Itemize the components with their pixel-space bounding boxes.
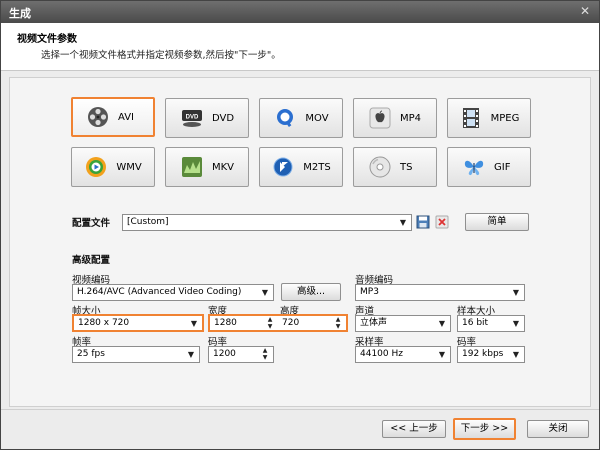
frame-rate-value: 25 fps	[77, 349, 105, 359]
format-button-mov[interactable]: MOV	[259, 98, 343, 138]
title-bar: 生成 ✕	[1, 1, 599, 23]
profile-label: 配置文件	[72, 218, 111, 229]
mkv-icon	[180, 155, 204, 179]
sample-rate-select[interactable]: 44100 Hz ▼	[355, 346, 451, 363]
bluray-icon	[271, 155, 295, 179]
format-button-m2ts[interactable]: M2TS	[259, 147, 343, 187]
chevron-down-icon: ▼	[438, 319, 446, 328]
windows-media-icon	[84, 155, 108, 179]
format-button-mkv[interactable]: MKV	[165, 147, 249, 187]
chevron-down-icon: ▼	[399, 218, 407, 227]
format-button-mpeg[interactable]: MPEG	[447, 98, 531, 138]
chevron-down-icon: ▼	[187, 350, 195, 359]
frame-size-select[interactable]: 1280 x 720 ▼	[72, 314, 204, 332]
format-label: MP4	[400, 112, 422, 124]
stepper-arrows-icon[interactable]: ▲ ▼	[333, 316, 343, 330]
sample-size-value: 16 bit	[462, 318, 489, 328]
stepper-arrows-icon[interactable]: ▲ ▼	[265, 316, 275, 330]
height-value: 720	[282, 318, 300, 328]
format-button-mp4[interactable]: MP4	[353, 98, 437, 138]
channels-select[interactable]: 立体声 ▼	[355, 315, 451, 332]
film-reel-icon	[86, 105, 110, 129]
quicktime-icon	[273, 106, 297, 130]
width-stepper[interactable]: 1280 ▲ ▼	[208, 314, 278, 332]
audio-codec-value: MP3	[360, 287, 379, 297]
advanced-section-title: 高级配置	[72, 255, 111, 266]
film-strip-icon	[459, 106, 483, 130]
width-value: 1280	[214, 318, 237, 328]
next-button[interactable]: 下一步 >>	[453, 418, 516, 440]
video-codec-select[interactable]: H.264/AVC (Advanced Video Coding) ▼	[72, 284, 274, 301]
format-label: M2TS	[303, 161, 331, 173]
window-title: 生成	[9, 7, 31, 20]
dialog-header: 视频文件参数 选择一个视频文件格式并指定视频参数,然后按"下一步"。	[1, 23, 599, 71]
sample-rate-value: 44100 Hz	[360, 349, 403, 359]
advanced-codec-button[interactable]: 高级...	[281, 283, 341, 301]
chevron-down-icon: ▼	[512, 350, 520, 359]
dvd-disc-icon: DVD	[180, 106, 204, 130]
back-button[interactable]: << 上一步	[382, 420, 446, 438]
chevron-down-icon: ▼	[190, 319, 198, 328]
format-button-dvd[interactable]: DVD DVD	[165, 98, 249, 138]
format-button-ts[interactable]: TS	[353, 147, 437, 187]
chevron-down-icon: ▼	[512, 288, 520, 297]
chevron-down-icon: ▼	[512, 319, 520, 328]
format-label: DVD	[211, 112, 235, 124]
format-label: MPEG	[490, 112, 520, 124]
frame-rate-select[interactable]: 25 fps ▼	[72, 346, 200, 363]
header-subtitle: 选择一个视频文件格式并指定视频参数,然后按"下一步"。	[41, 50, 281, 61]
settings-panel: AVI DVD DVD MOV MP4 MPEG WMV MKV M2TS TS…	[9, 77, 591, 407]
dialog-footer: << 上一步 下一步 >> 关闭	[1, 409, 599, 449]
save-profile-icon[interactable]	[415, 214, 431, 230]
format-label: AVI	[118, 111, 134, 123]
video-bitrate-stepper[interactable]: 1200 ▲ ▼	[208, 346, 274, 363]
butterfly-icon	[462, 155, 486, 179]
generate-dialog: 生成 ✕ 视频文件参数 选择一个视频文件格式并指定视频参数,然后按"下一步"。 …	[0, 0, 600, 450]
profile-value: [Custom]	[127, 217, 169, 227]
format-label: WMV	[116, 161, 142, 173]
disc-icon	[368, 155, 392, 179]
close-icon[interactable]: ✕	[577, 4, 593, 19]
height-stepper[interactable]: 720 ▲ ▼	[278, 314, 348, 332]
apple-icon	[368, 106, 392, 130]
video-bitrate-value: 1200	[213, 349, 236, 359]
chevron-down-icon: ▼	[261, 288, 269, 297]
header-title: 视频文件参数	[17, 34, 77, 45]
stepper-arrows-icon[interactable]: ▲ ▼	[260, 347, 270, 362]
frame-size-value: 1280 x 720	[78, 318, 130, 328]
format-label: TS	[400, 161, 413, 173]
format-label: MOV	[305, 112, 329, 124]
chevron-down-icon: ▼	[438, 350, 446, 359]
close-button[interactable]: 关闭	[527, 420, 589, 438]
audio-codec-select[interactable]: MP3 ▼	[355, 284, 525, 301]
delete-profile-icon[interactable]	[434, 214, 450, 230]
simple-button[interactable]: 简单	[465, 213, 529, 231]
channels-value: 立体声	[360, 318, 388, 328]
svg-text:DVD: DVD	[186, 115, 199, 121]
sample-size-select[interactable]: 16 bit ▼	[457, 315, 525, 332]
audio-bitrate-select[interactable]: 192 kbps ▼	[457, 346, 525, 363]
format-label: MKV	[211, 161, 235, 173]
profile-select[interactable]: [Custom] ▼	[122, 214, 412, 231]
format-button-gif[interactable]: GIF	[447, 147, 531, 187]
format-button-avi[interactable]: AVI	[71, 97, 155, 137]
video-codec-value: H.264/AVC (Advanced Video Coding)	[77, 287, 242, 297]
format-label: GIF	[494, 161, 511, 173]
format-button-wmv[interactable]: WMV	[71, 147, 155, 187]
audio-bitrate-value: 192 kbps	[462, 349, 504, 359]
